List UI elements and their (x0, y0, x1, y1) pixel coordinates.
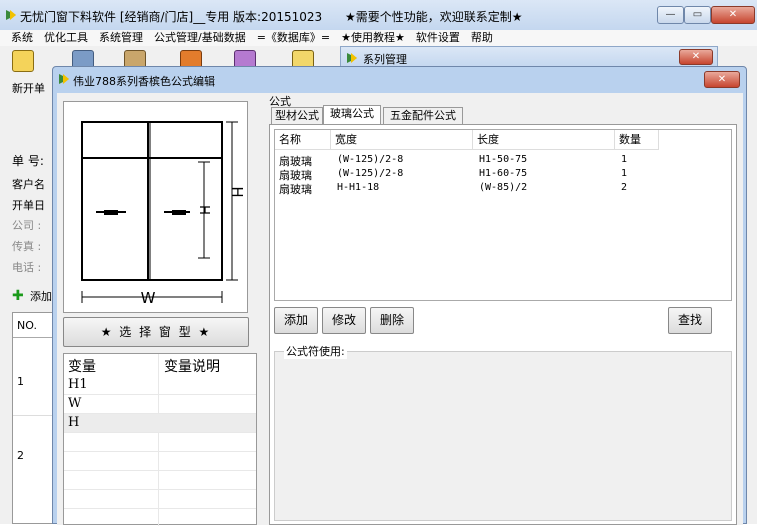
order-date-label: 开单日 (12, 199, 45, 212)
search-button[interactable]: 查找 (668, 307, 712, 334)
order-number-label: 单 号: (12, 154, 44, 168)
window-type-preview: W H H (63, 101, 248, 313)
formula-hint-box (274, 351, 732, 521)
table-row[interactable] (64, 490, 256, 509)
select-window-type-button[interactable]: ★ 选 择 窗 型 ★ (63, 317, 249, 347)
dialog-client-area: W H H ★ 选 择 窗 型 ★ 变量 变量说明 H1 W H 公式 型材公式… (57, 93, 743, 526)
variable-name: H (68, 415, 80, 430)
variable-name: H1 (68, 377, 88, 392)
height-symbol: H (228, 186, 246, 197)
customer-label: 客户名 (12, 178, 45, 191)
minimize-button[interactable]: — (657, 6, 684, 24)
table-row[interactable]: H1 (64, 376, 256, 395)
menu-item-help[interactable]: 帮助 (471, 30, 493, 46)
formula-editor-dialog: 伟业788系列香槟色公式编辑 ✕ W H H ★ 选 择 窗 型 ★ 变量 变量… (52, 66, 747, 526)
menu-item-system-manage[interactable]: 系统管理 (99, 30, 143, 46)
column-header-description: 变量说明 (164, 359, 220, 375)
grid-cell-width[interactable]: (W-125)/2-8 (337, 154, 403, 165)
grid-header-quantity: 数量 (615, 130, 659, 150)
delete-button[interactable]: 删除 (370, 307, 414, 334)
grid-cell-width[interactable]: H-H1-18 (337, 182, 379, 193)
table-header-no: NO. (17, 319, 37, 332)
main-window-title: 无忧门窗下料软件 [经销商/门店]__专用 版本:20151023 (20, 10, 323, 24)
formula-grid[interactable]: 名称 宽度 长度 数量 扇玻璃 (W-125)/2-8 H1-50-75 1 扇… (274, 129, 732, 301)
grid-cell-length[interactable]: H1-60-75 (479, 168, 527, 179)
variables-table[interactable]: 变量 变量说明 H1 W H (63, 353, 257, 526)
new-order-icon[interactable] (12, 50, 34, 72)
grid-cell-quantity[interactable]: 1 (621, 154, 627, 165)
add-button[interactable]: 添加 (274, 307, 318, 334)
table-row[interactable]: 1 (17, 375, 24, 388)
main-window-notice: ★需要个性功能，欢迎联系定制★ (345, 10, 523, 24)
table-row[interactable] (64, 433, 256, 452)
glass-formula-panel: 名称 宽度 长度 数量 扇玻璃 (W-125)/2-8 H1-50-75 1 扇… (269, 124, 737, 525)
app-logo-icon (347, 53, 357, 63)
dialog-close-button[interactable]: ✕ (704, 71, 740, 88)
grid-cell-length[interactable]: (W-85)/2 (479, 182, 527, 193)
table-row[interactable] (64, 471, 256, 490)
tab-glass-formula[interactable]: 玻璃公式 (323, 105, 381, 125)
grid-cell-length[interactable]: H1-50-75 (479, 154, 527, 165)
main-titlebar[interactable]: 无忧门窗下料软件 [经销商/门店]__专用 版本:20151023 ★需要个性功… (0, 0, 757, 30)
maximize-button[interactable]: ▭ (684, 6, 711, 24)
add-plus-icon[interactable]: ✚ (12, 288, 24, 304)
formula-hint-label: 公式符使用: (284, 343, 347, 359)
app-logo-icon (6, 10, 16, 20)
new-order-label: 新开单 (12, 82, 45, 95)
menu-item-formula[interactable]: 公式管理/基础数据 (154, 30, 246, 46)
fax-label: 传真 : (12, 240, 42, 253)
menu-item-tutorial[interactable]: ★使用教程★ (341, 30, 405, 46)
column-header-variable: 变量 (68, 359, 96, 375)
dialog-title: 伟业788系列香槟色公式编辑 (73, 75, 215, 88)
grid-header-name: 名称 (275, 130, 331, 150)
menu-item-database[interactable]: =《数据库》= (257, 30, 330, 46)
close-icon[interactable]: ✕ (679, 49, 713, 65)
close-button[interactable]: ✕ (711, 6, 755, 24)
height-symbol: H (196, 205, 211, 215)
phone-label: 电话 : (12, 261, 42, 274)
add-row-label[interactable]: 添加 (30, 288, 52, 304)
grid-cell-quantity[interactable]: 2 (621, 182, 627, 193)
table-row[interactable]: 2 (17, 449, 24, 462)
width-symbol: W (141, 289, 156, 307)
menu-bar: 系统 优化工具 系统管理 公式管理/基础数据 =《数据库》= ★使用教程★ 软件设置 帮助 (0, 30, 757, 46)
menu-item-settings[interactable]: 软件设置 (416, 30, 460, 46)
company-label: 公司 : (12, 219, 42, 232)
menu-item-optimize[interactable]: 优化工具 (44, 30, 88, 46)
menu-item-system[interactable]: 系统 (11, 30, 33, 46)
grid-header-length: 长度 (473, 130, 615, 150)
series-manager-window[interactable]: 系列管理 ✕ (340, 46, 718, 68)
edit-button[interactable]: 修改 (322, 307, 366, 334)
table-row[interactable]: H (64, 414, 256, 433)
tab-hardware-formula[interactable]: 五金配件公式 (383, 107, 463, 124)
app-logo-icon (59, 74, 69, 84)
grid-cell-name[interactable]: 扇玻璃 (279, 181, 312, 197)
table-row[interactable] (64, 452, 256, 471)
variable-name: W (68, 396, 82, 411)
grid-header-width: 宽度 (331, 130, 473, 150)
tab-profile-formula[interactable]: 型材公式 (271, 107, 323, 124)
series-window-title: 系列管理 (363, 53, 407, 66)
table-row[interactable]: W (64, 395, 256, 414)
window-diagram: W H H (81, 121, 246, 307)
grid-cell-quantity[interactable]: 1 (621, 168, 627, 179)
grid-cell-width[interactable]: (W-125)/2-8 (337, 168, 403, 179)
